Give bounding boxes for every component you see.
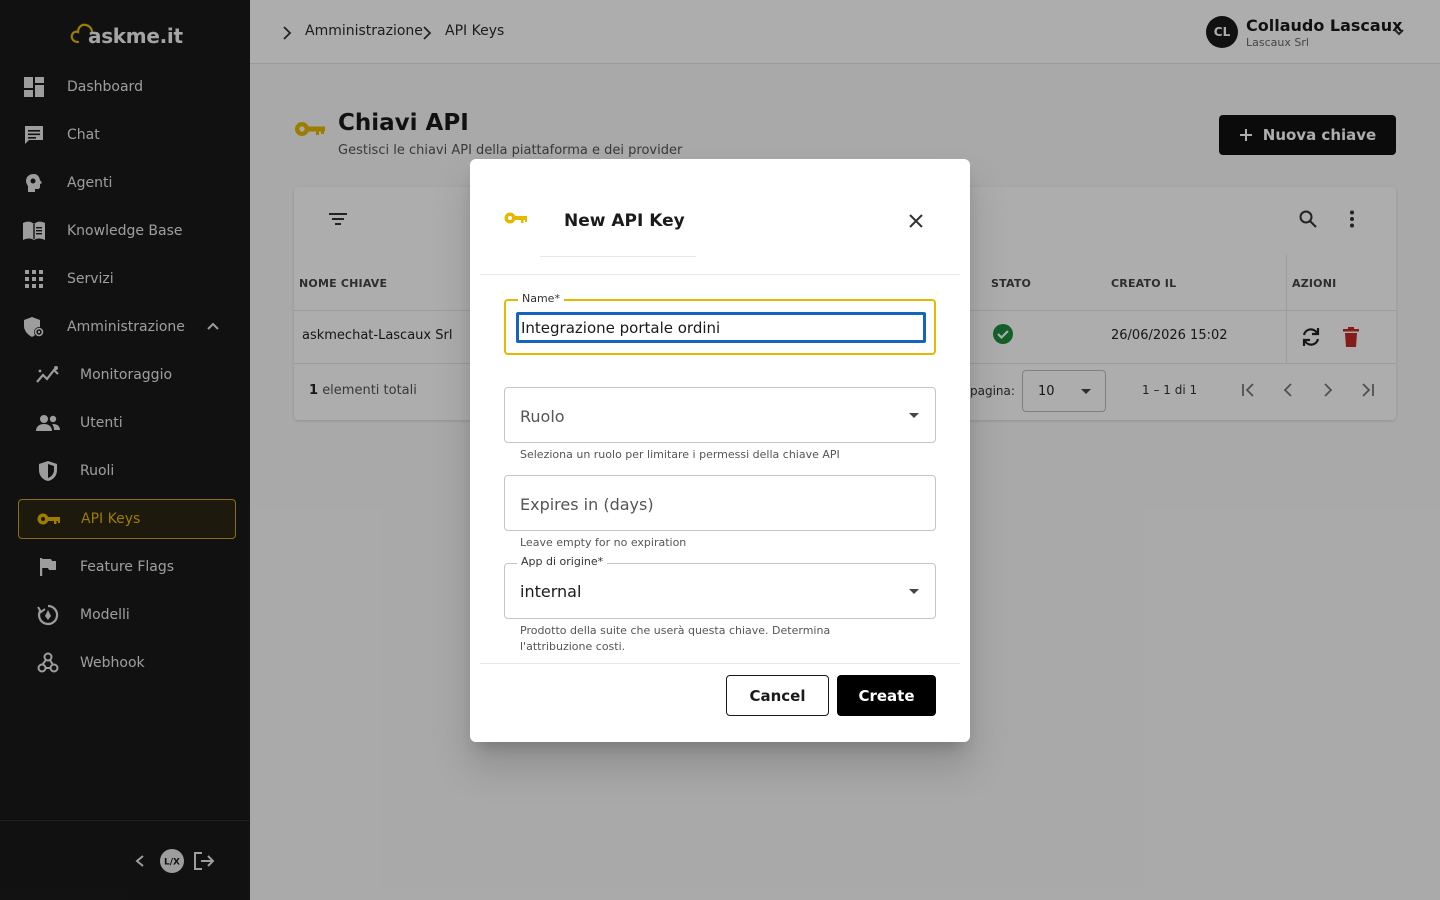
role-select[interactable]: Ruolo [504, 387, 936, 443]
role-hint: Seleziona un ruolo per limitare i permes… [520, 448, 840, 461]
dropdown-arrow-icon [909, 413, 919, 418]
expires-placeholder: Expires in (days) [520, 495, 654, 514]
divider [480, 663, 960, 664]
origin-app-value: internal [520, 582, 582, 601]
name-input-focus-ring [516, 312, 926, 343]
dialog-title: New API Key [564, 211, 685, 231]
origin-app-label: App di origine* [517, 555, 608, 568]
origin-app-hint: Prodotto della suite che userà questa ch… [520, 624, 831, 653]
new-api-key-dialog: New API Key Name* Ruolo Seleziona un ruo… [470, 159, 970, 742]
origin-app-select[interactable]: App di origine* internal [504, 555, 936, 619]
role-placeholder: Ruolo [520, 407, 565, 426]
cancel-button[interactable]: Cancel [726, 675, 829, 716]
dropdown-arrow-icon [909, 589, 919, 594]
expires-hint: Leave empty for no expiration [520, 536, 687, 549]
name-input[interactable] [521, 317, 921, 338]
name-field-label: Name* [518, 292, 564, 305]
create-button[interactable]: Create [837, 675, 936, 716]
expires-field[interactable]: Expires in (days) [504, 475, 936, 531]
divider [480, 274, 960, 275]
divider [540, 256, 696, 257]
name-field[interactable]: Name* [504, 292, 936, 355]
key-icon [504, 210, 528, 229]
close-icon[interactable] [904, 209, 928, 233]
